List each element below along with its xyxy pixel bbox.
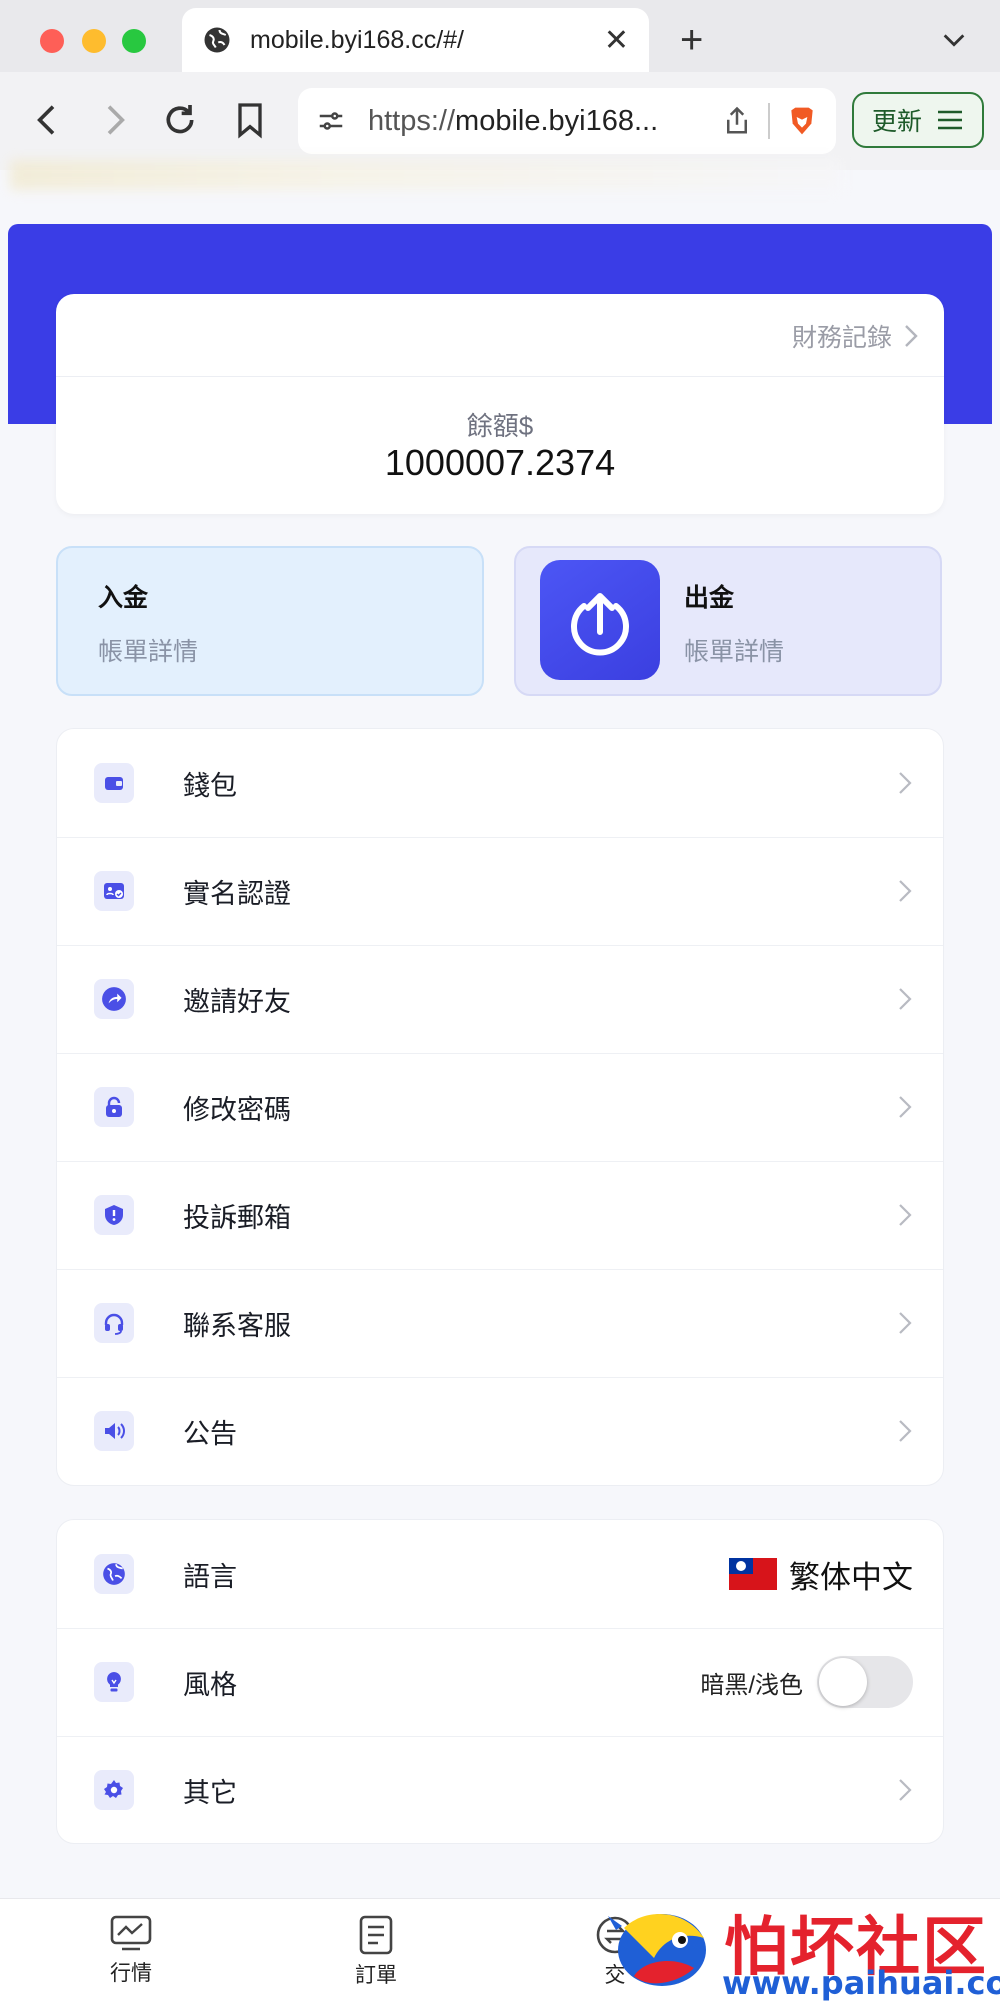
tab-close-icon[interactable]: ✕ — [604, 23, 629, 58]
chevron-right-icon — [899, 988, 912, 1010]
chevron-right-icon — [899, 1420, 912, 1442]
menu-item-style: 風格 暗黑/浅色 — [57, 1628, 943, 1736]
shield-alert-icon — [94, 1195, 134, 1235]
tab-title: mobile.byi168.cc/#/ — [250, 25, 465, 54]
chevron-right-icon — [905, 325, 918, 347]
balance-card: 財務記錄 餘額$ 1000007.2374 — [56, 294, 944, 514]
deposit-title: 入金 — [98, 584, 149, 612]
finance-records-label: 財務記錄 — [791, 324, 892, 352]
menu-item-label: 聯系客服 — [183, 1310, 291, 1341]
nav-label: 行情 — [110, 1962, 152, 1985]
share-icon[interactable] — [722, 104, 752, 138]
menu-item-label: 其它 — [183, 1777, 237, 1808]
upload-icon — [540, 560, 660, 680]
menu-item-label: 修改密碼 — [183, 1094, 291, 1125]
document-icon — [359, 1915, 393, 1955]
balance-value: 1000007.2374 — [384, 442, 616, 483]
menu-icon — [938, 110, 962, 130]
update-button[interactable]: 更新 — [852, 92, 984, 148]
bulb-icon — [94, 1662, 134, 1702]
forward-icon[interactable] — [94, 100, 134, 140]
menu-item-change-password[interactable]: 修改密碼 — [57, 1053, 943, 1161]
new-tab-icon[interactable]: + — [680, 18, 703, 62]
address-bar[interactable]: https://mobile.byi168... — [298, 88, 836, 154]
browser-chrome: mobile.byi168.cc/#/ ✕ + https://mobile.b… — [0, 0, 1000, 170]
withdraw-title: 出金 — [684, 584, 735, 612]
chevron-right-icon — [899, 880, 912, 902]
url-text[interactable]: https://mobile.byi168... — [368, 105, 722, 138]
withdraw-button[interactable]: 出金 帳單詳情 — [514, 546, 942, 696]
watermark-url: www.paihuai.com — [722, 1964, 1000, 2002]
nav-market[interactable]: 行情 — [81, 1915, 181, 1987]
chevron-right-icon — [899, 1096, 912, 1118]
globe-icon — [94, 1554, 134, 1594]
gear-icon — [94, 1770, 134, 1810]
id-card-icon — [94, 871, 134, 911]
menu-item-wallet[interactable]: 錢包 — [57, 729, 943, 837]
nav-orders[interactable]: 訂單 — [326, 1915, 426, 1989]
speaker-icon — [94, 1411, 134, 1451]
menu-item-label: 風格 — [183, 1669, 237, 1700]
menu-item-label: 投訴郵箱 — [183, 1202, 291, 1233]
bookmark-icon[interactable] — [230, 100, 270, 140]
back-icon[interactable] — [28, 100, 68, 140]
reload-icon[interactable] — [160, 100, 200, 140]
menu-item-label: 語言 — [183, 1561, 237, 1592]
wallet-icon — [94, 763, 134, 803]
browser-tab[interactable]: mobile.byi168.cc/#/ ✕ — [182, 8, 649, 72]
url-domain: mobile.byi168... — [455, 104, 659, 137]
chart-icon — [110, 1915, 152, 1951]
chevron-right-icon — [899, 1312, 912, 1334]
taiwan-flag-icon — [729, 1558, 777, 1590]
menu-item-verification[interactable]: 實名認證 — [57, 837, 943, 945]
minimize-window-button[interactable] — [82, 29, 106, 53]
deposit-button[interactable]: 入金 帳單詳情 — [56, 546, 484, 696]
finance-records-link[interactable]: 財務記錄 — [792, 318, 918, 354]
language-selector[interactable]: 繁体中文 — [729, 1552, 913, 1597]
close-window-button[interactable] — [40, 29, 64, 53]
blurred-banner — [10, 160, 840, 190]
fish-logo-icon — [608, 1914, 706, 1986]
menu-item-label: 錢包 — [183, 770, 237, 801]
chevron-down-icon[interactable] — [940, 26, 968, 54]
url-scheme: https:// — [368, 104, 456, 137]
balance-label: 餘額$ — [466, 411, 534, 441]
account-menu: 錢包 實名認證 邀請好友 修改密碼 投訴郵箱 聯系客服 公告 — [56, 728, 944, 1486]
language-value: 繁体中文 — [789, 1559, 913, 1595]
menu-item-label: 實名認證 — [183, 878, 291, 909]
menu-item-other[interactable]: 其它 — [57, 1736, 943, 1844]
theme-toggle[interactable] — [817, 1656, 913, 1708]
menu-item-customer-service[interactable]: 聯系客服 — [57, 1269, 943, 1377]
deposit-subtitle: 帳單詳情 — [98, 638, 199, 666]
chevron-right-icon — [899, 1779, 912, 1801]
theme-toggle-group: 暗黑/浅色 — [700, 1656, 913, 1708]
share-icon — [94, 979, 134, 1019]
menu-item-label: 邀請好友 — [183, 986, 291, 1017]
nav-label: 訂單 — [355, 1964, 397, 1987]
theme-toggle-label: 暗黑/浅色 — [700, 1671, 803, 1699]
maximize-window-button[interactable] — [122, 29, 146, 53]
update-label: 更新 — [871, 108, 922, 136]
chevron-right-icon — [899, 1204, 912, 1226]
site-settings-icon[interactable] — [316, 106, 346, 136]
withdraw-subtitle: 帳單詳情 — [684, 638, 785, 666]
settings-menu: 語言 繁体中文 風格 暗黑/浅色 其它 — [56, 1519, 944, 1844]
menu-item-invite[interactable]: 邀請好友 — [57, 945, 943, 1053]
menu-item-complaint-email[interactable]: 投訴郵箱 — [57, 1161, 943, 1269]
menu-item-announcement[interactable]: 公告 — [57, 1377, 943, 1485]
chevron-right-icon — [899, 772, 912, 794]
toggle-knob — [819, 1658, 867, 1706]
menu-item-language[interactable]: 語言 繁体中文 — [57, 1520, 943, 1628]
lock-icon — [94, 1087, 134, 1127]
globe-icon — [204, 27, 230, 53]
menu-item-label: 公告 — [183, 1418, 237, 1449]
brave-shield-icon[interactable] — [786, 103, 818, 139]
headset-icon — [94, 1303, 134, 1343]
divider — [768, 103, 770, 139]
watermark: 怕坏社区 www.paihuai.com — [604, 1896, 1000, 2004]
divider — [56, 376, 944, 377]
